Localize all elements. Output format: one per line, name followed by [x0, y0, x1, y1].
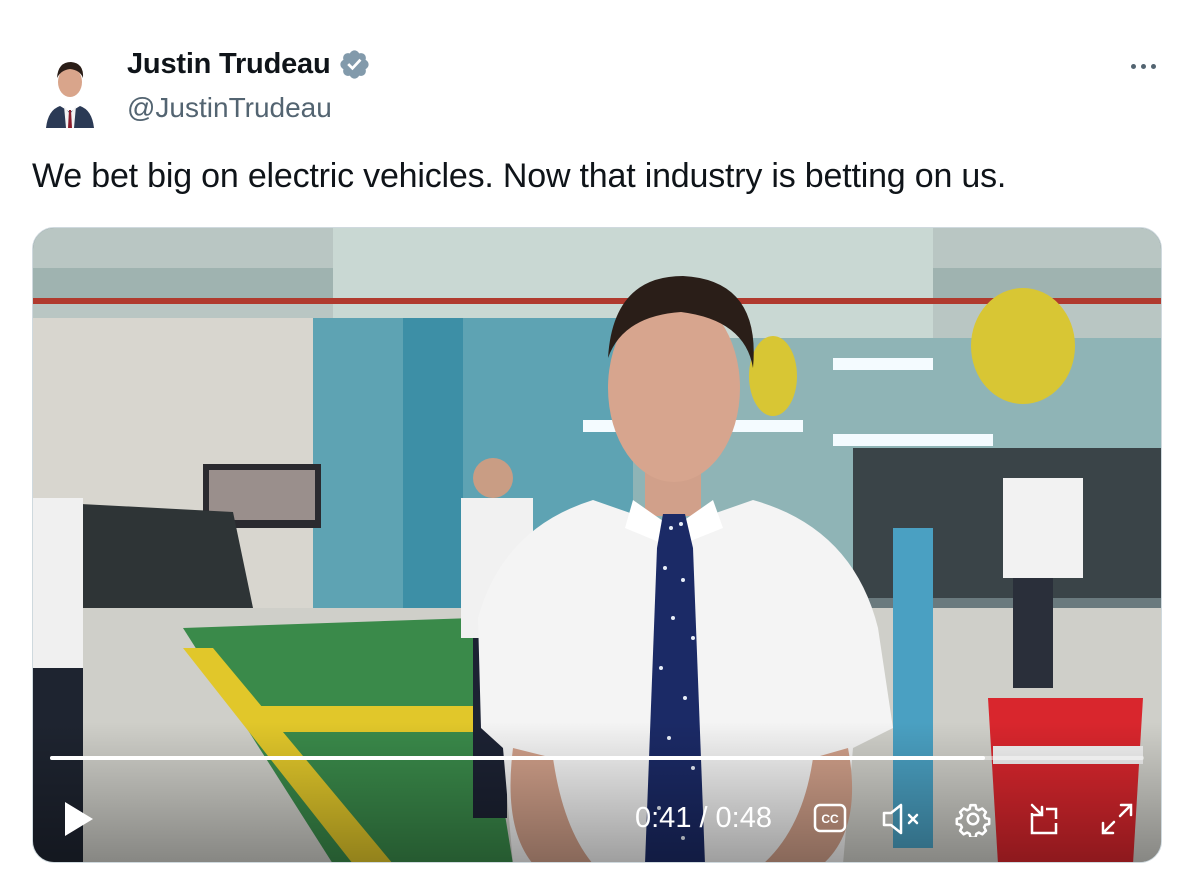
tweet-text: We bet big on electric vehicles. Now tha…	[32, 157, 1007, 195]
total-duration: 0:48	[715, 802, 772, 834]
mute-icon[interactable]	[881, 802, 923, 841]
author-handle[interactable]: @JustinTrudeau	[127, 92, 332, 124]
video-player[interactable]: 0:41 / 0:48 CC	[32, 227, 1162, 863]
avatar[interactable]	[42, 48, 98, 128]
video-progress-fill	[50, 756, 986, 760]
video-progress-bar[interactable]	[50, 756, 1144, 760]
svg-text:CC: CC	[821, 812, 839, 826]
video-time-readout: 0:41 / 0:48	[635, 802, 772, 835]
play-icon[interactable]	[61, 800, 95, 843]
time-separator: /	[699, 802, 708, 834]
more-options-icon[interactable]	[1126, 58, 1160, 74]
picture-in-picture-icon[interactable]	[1028, 801, 1064, 842]
settings-icon[interactable]	[955, 801, 991, 842]
fullscreen-icon[interactable]	[1099, 801, 1135, 842]
captions-icon[interactable]: CC	[813, 803, 847, 838]
author-name[interactable]: Justin Trudeau	[127, 48, 331, 81]
current-time: 0:41	[635, 802, 692, 834]
verified-badge-icon	[338, 48, 371, 81]
